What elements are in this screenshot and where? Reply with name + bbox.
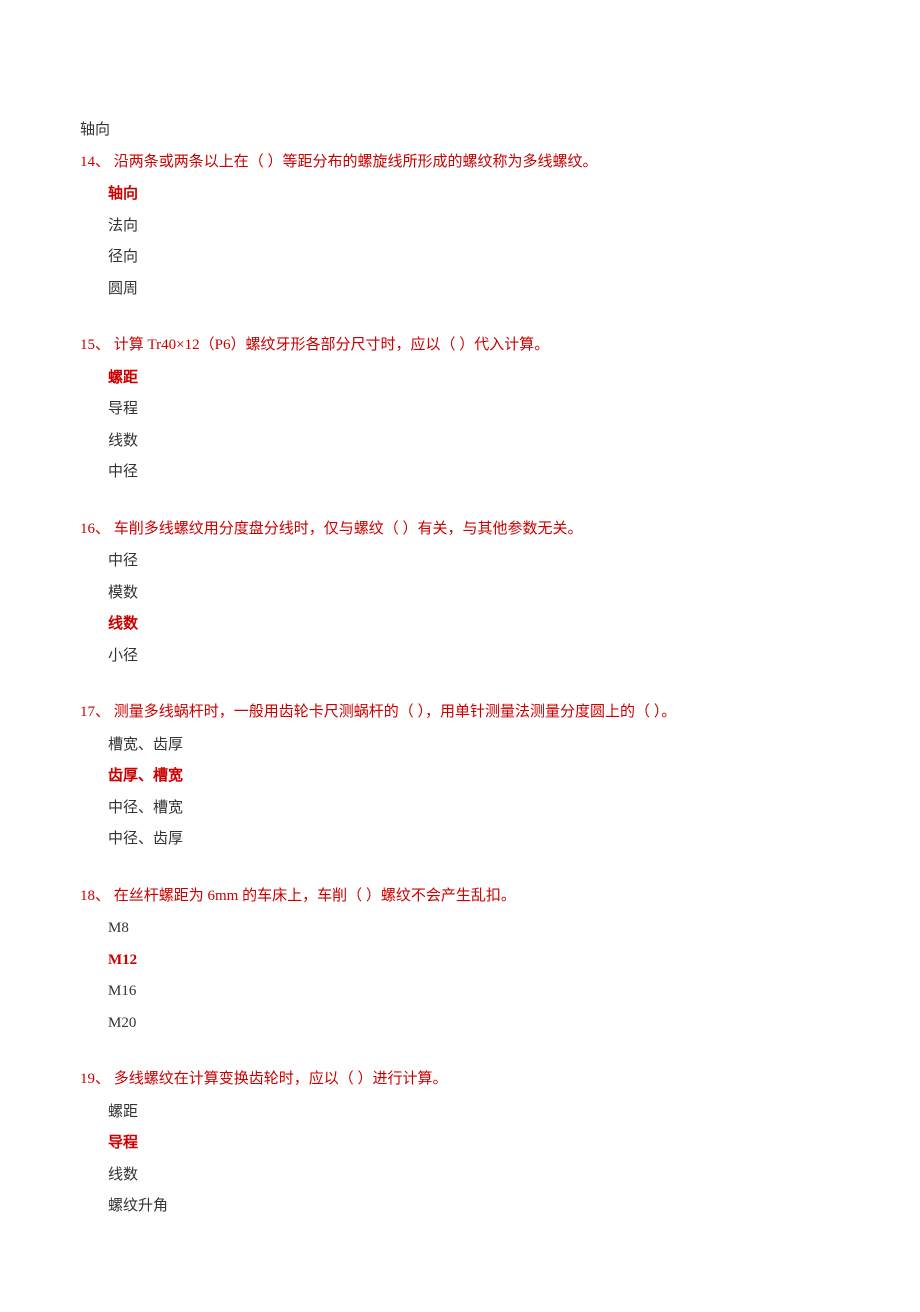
options-list: 螺距导程线数螺纹升角 [108, 1101, 840, 1218]
option: 法向 [108, 215, 840, 238]
question: 18、 在丝杆螺距为 6mm 的车床上，车削（ ）螺纹不会产生乱扣。M8M12M… [80, 885, 840, 1035]
question-header: 18、 在丝杆螺距为 6mm 的车床上，车削（ ）螺纹不会产生乱扣。 [80, 885, 840, 908]
option: M16 [108, 980, 840, 1003]
option: 模数 [108, 582, 840, 605]
question-number: 16、 [80, 518, 110, 541]
option: 导程 [108, 398, 840, 421]
option: 螺纹升角 [108, 1195, 840, 1218]
option: 圆周 [108, 278, 840, 301]
option: M8 [108, 917, 840, 940]
questions-container: 14、 沿两条或两条以上在（ ）等距分布的螺旋线所形成的螺纹称为多线螺纹。轴向法… [80, 151, 840, 1218]
orphan-option: 轴向 [80, 119, 840, 142]
option: 槽宽、齿厚 [108, 734, 840, 757]
question: 17、 测量多线蜗杆时，一般用齿轮卡尺测蜗杆的（ ），用单针测量法测量分度圆上的… [80, 701, 840, 851]
question-number: 19、 [80, 1068, 110, 1091]
question: 16、 车削多线螺纹用分度盘分线时，仅与螺纹（ ）有关，与其他参数无关。中径模数… [80, 518, 840, 668]
options-list: 槽宽、齿厚齿厚、槽宽中径、槽宽中径、齿厚 [108, 734, 840, 851]
question-header: 15、 计算 Tr40×12（P6）螺纹牙形各部分尺寸时，应以（ ）代入计算。 [80, 334, 840, 357]
options-list: M8 M12 M16 M20 [108, 917, 840, 1034]
options-list: 中径模数线数小径 [108, 550, 840, 667]
option: 螺距 [108, 1101, 840, 1124]
option: 径向 [108, 246, 840, 269]
option: 中径、齿厚 [108, 828, 840, 851]
question: 14、 沿两条或两条以上在（ ）等距分布的螺旋线所形成的螺纹称为多线螺纹。轴向法… [80, 151, 840, 301]
question-number: 15、 [80, 334, 110, 357]
options-list: 轴向法向径向圆周 [108, 183, 840, 300]
question-text: 计算 Tr40×12（P6）螺纹牙形各部分尺寸时，应以（ ）代入计算。 [114, 337, 549, 353]
option: 线数 [108, 430, 840, 453]
question-number: 17、 [80, 701, 110, 724]
question: 19、 多线螺纹在计算变换齿轮时，应以（ ）进行计算。螺距导程线数螺纹升角 [80, 1068, 840, 1218]
question-number: 14、 [80, 151, 110, 174]
question-text: 多线螺纹在计算变换齿轮时，应以（ ）进行计算。 [114, 1071, 448, 1087]
option: 中径 [108, 550, 840, 573]
option: 小径 [108, 645, 840, 668]
option: 中径、槽宽 [108, 797, 840, 820]
options-list: 螺距导程线数中径 [108, 367, 840, 484]
question-text: 在丝杆螺距为 6mm 的车床上，车削（ ）螺纹不会产生乱扣。 [114, 888, 516, 904]
option: 线数 [108, 613, 840, 636]
question-header: 19、 多线螺纹在计算变换齿轮时，应以（ ）进行计算。 [80, 1068, 840, 1091]
question-text: 沿两条或两条以上在（ ）等距分布的螺旋线所形成的螺纹称为多线螺纹。 [114, 154, 598, 170]
option: 线数 [108, 1164, 840, 1187]
question-header: 14、 沿两条或两条以上在（ ）等距分布的螺旋线所形成的螺纹称为多线螺纹。 [80, 151, 840, 174]
question-header: 16、 车削多线螺纹用分度盘分线时，仅与螺纹（ ）有关，与其他参数无关。 [80, 518, 840, 541]
option: M20 [108, 1012, 840, 1035]
option: 导程 [108, 1132, 840, 1155]
question-text: 测量多线蜗杆时，一般用齿轮卡尺测蜗杆的（ ），用单针测量法测量分度圆上的（ ）。 [114, 704, 677, 720]
option: M12 [108, 949, 840, 972]
option: 轴向 [108, 183, 840, 206]
question-text: 车削多线螺纹用分度盘分线时，仅与螺纹（ ）有关，与其他参数无关。 [114, 521, 583, 537]
option: 中径 [108, 461, 840, 484]
question-number: 18、 [80, 885, 110, 908]
option: 螺距 [108, 367, 840, 390]
question-header: 17、 测量多线蜗杆时，一般用齿轮卡尺测蜗杆的（ ），用单针测量法测量分度圆上的… [80, 701, 840, 724]
option: 齿厚、槽宽 [108, 765, 840, 788]
question: 15、 计算 Tr40×12（P6）螺纹牙形各部分尺寸时，应以（ ）代入计算。螺… [80, 334, 840, 484]
